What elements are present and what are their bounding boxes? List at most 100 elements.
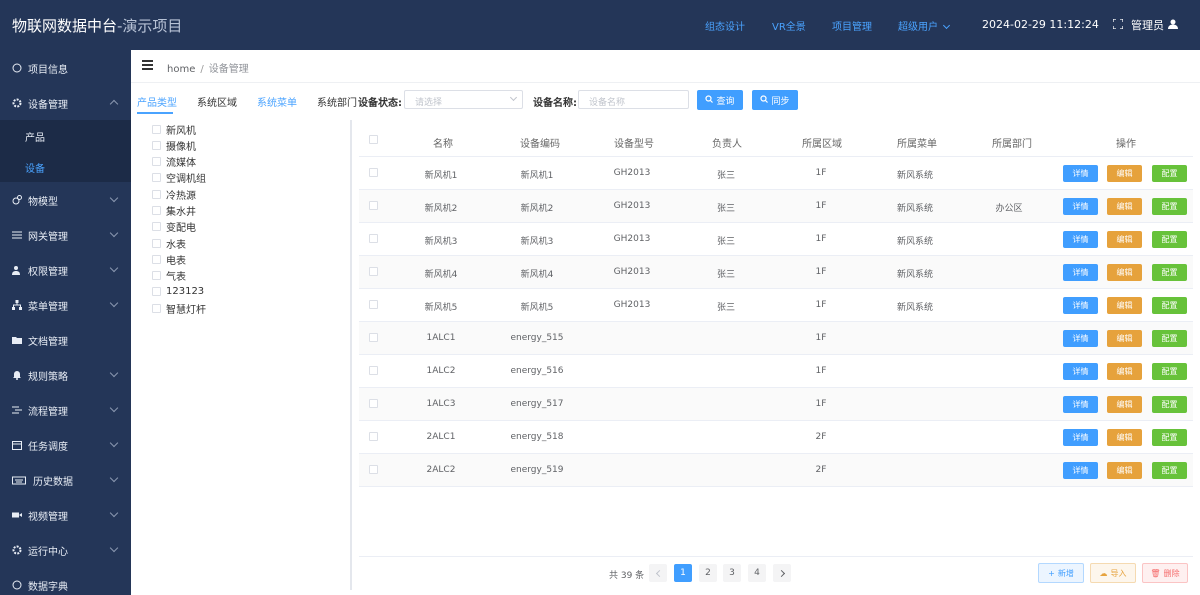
nav-zutai[interactable]: 组态设计 — [705, 18, 745, 33]
detail-button[interactable]: 详情 — [1063, 231, 1098, 248]
checkbox[interactable] — [152, 254, 161, 264]
checkbox[interactable] — [152, 303, 161, 313]
breadcrumb-home[interactable]: home — [167, 64, 195, 75]
detail-button[interactable]: 详情 — [1063, 165, 1098, 182]
row-checkbox[interactable] — [369, 399, 378, 408]
edit-button[interactable]: 编辑 — [1107, 165, 1142, 182]
edit-button[interactable]: 编辑 — [1107, 363, 1142, 380]
nav-superuser[interactable]: 超级用户 — [898, 18, 951, 33]
checkbox[interactable] — [152, 156, 161, 166]
tree-item[interactable]: 新风机 — [152, 121, 196, 137]
config-button[interactable]: 配置 — [1152, 165, 1187, 182]
config-button[interactable]: 配置 — [1152, 396, 1187, 413]
row-checkbox[interactable] — [369, 234, 378, 243]
row-checkbox[interactable] — [369, 432, 378, 441]
config-button[interactable]: 配置 — [1152, 264, 1187, 281]
config-button[interactable]: 配置 — [1152, 330, 1187, 347]
edit-button[interactable]: 编辑 — [1107, 297, 1142, 314]
tree-item[interactable]: 集水井 — [152, 202, 196, 218]
tree-item[interactable]: 摄像机 — [152, 137, 196, 153]
tree-item[interactable]: 电表 — [152, 251, 186, 267]
checkbox[interactable] — [152, 286, 161, 296]
hamburger-icon[interactable] — [142, 60, 153, 70]
tab-system-area[interactable]: 系统区域 — [197, 94, 237, 109]
page-3[interactable]: 3 — [723, 564, 741, 582]
edit-button[interactable]: 编辑 — [1107, 396, 1142, 413]
config-button[interactable]: 配置 — [1152, 198, 1187, 215]
sidebar-item-project-info[interactable]: 项目信息 — [0, 51, 131, 85]
edit-button[interactable]: 编辑 — [1107, 264, 1142, 281]
edit-button[interactable]: 编辑 — [1107, 462, 1142, 479]
detail-button[interactable]: 详情 — [1063, 330, 1098, 347]
tree-item[interactable]: 冷热源 — [152, 186, 196, 202]
detail-button[interactable]: 详情 — [1063, 462, 1098, 479]
next-page-button[interactable] — [773, 564, 791, 582]
config-button[interactable]: 配置 — [1152, 363, 1187, 380]
detail-button[interactable]: 详情 — [1063, 396, 1098, 413]
row-checkbox[interactable] — [369, 168, 378, 177]
tree-item[interactable]: 123123 — [152, 283, 204, 299]
checkbox[interactable] — [152, 238, 161, 248]
config-button[interactable]: 配置 — [1152, 429, 1187, 446]
detail-button[interactable]: 详情 — [1063, 264, 1098, 281]
tree-item[interactable]: 智慧灯杆 — [152, 300, 206, 316]
checkbox[interactable] — [152, 124, 161, 134]
checkbox[interactable] — [152, 205, 161, 215]
tree-item[interactable]: 流媒体 — [152, 153, 196, 169]
sidebar-item-device-mgmt[interactable]: 设备管理 — [0, 86, 131, 120]
tab-system-dept[interactable]: 系统部门 — [317, 94, 357, 109]
sidebar-item-dictionary[interactable]: 数据字典 — [0, 568, 131, 595]
sidebar-item-operation[interactable]: 运行中心 — [0, 533, 131, 567]
detail-button[interactable]: 详情 — [1063, 429, 1098, 446]
tree-item[interactable]: 变配电 — [152, 218, 196, 234]
row-checkbox[interactable] — [369, 267, 378, 276]
sidebar-item-video[interactable]: 视频管理 — [0, 498, 131, 532]
row-checkbox[interactable] — [369, 465, 378, 474]
edit-button[interactable]: 编辑 — [1107, 429, 1142, 446]
sidebar-item-rules[interactable]: 规则策略 — [0, 358, 131, 392]
page-1[interactable]: 1 — [674, 564, 692, 582]
config-button[interactable]: 配置 — [1152, 297, 1187, 314]
row-checkbox[interactable] — [369, 201, 378, 210]
fullscreen-icon[interactable] — [1112, 17, 1124, 32]
row-checkbox[interactable] — [369, 300, 378, 309]
tree-item[interactable]: 空调机组 — [152, 169, 206, 185]
row-checkbox[interactable] — [369, 333, 378, 342]
sidebar-item-task[interactable]: 任务调度 — [0, 428, 131, 462]
sidebar-item-gateway[interactable]: 网关管理 — [0, 218, 131, 252]
prev-page-button[interactable] — [649, 564, 667, 582]
sidebar-item-permission[interactable]: 权限管理 — [0, 253, 131, 287]
nav-project[interactable]: 项目管理 — [832, 18, 872, 33]
checkbox[interactable] — [152, 270, 161, 280]
page-2[interactable]: 2 — [699, 564, 717, 582]
tab-product-type[interactable]: 产品类型 — [137, 94, 177, 109]
edit-button[interactable]: 编辑 — [1107, 198, 1142, 215]
sidebar-item-thing-model[interactable]: 物模型 — [0, 183, 131, 217]
add-button[interactable]: + 新增 — [1038, 563, 1084, 583]
checkbox[interactable] — [152, 172, 161, 182]
select-all-checkbox[interactable] — [369, 135, 378, 144]
sidebar-subitem-product[interactable]: 产品 — [0, 120, 131, 151]
nav-vr[interactable]: VR全景 — [772, 18, 806, 33]
sidebar-item-history[interactable]: 历史数据 — [0, 463, 131, 497]
user-menu[interactable]: 管理员 — [1112, 17, 1178, 33]
sidebar-item-document[interactable]: 文档管理 — [0, 323, 131, 357]
checkbox[interactable] — [152, 140, 161, 150]
device-name-input[interactable]: 设备名称 — [578, 90, 689, 109]
sync-button[interactable]: 同步 — [752, 90, 798, 110]
sidebar-item-flow[interactable]: 流程管理 — [0, 393, 131, 427]
page-4[interactable]: 4 — [748, 564, 766, 582]
sidebar-subitem-device[interactable]: 设备 — [0, 151, 131, 182]
edit-button[interactable]: 编辑 — [1107, 330, 1142, 347]
sidebar-item-menu[interactable]: 菜单管理 — [0, 288, 131, 322]
query-button[interactable]: 查询 — [697, 90, 743, 110]
checkbox[interactable] — [152, 221, 161, 231]
row-checkbox[interactable] — [369, 366, 378, 375]
config-button[interactable]: 配置 — [1152, 462, 1187, 479]
import-button[interactable]: ☁ 导入 — [1090, 563, 1136, 583]
config-button[interactable]: 配置 — [1152, 231, 1187, 248]
checkbox[interactable] — [152, 189, 161, 199]
detail-button[interactable]: 详情 — [1063, 297, 1098, 314]
tree-item[interactable]: 气表 — [152, 267, 186, 283]
status-select[interactable]: 请选择 — [404, 90, 523, 109]
